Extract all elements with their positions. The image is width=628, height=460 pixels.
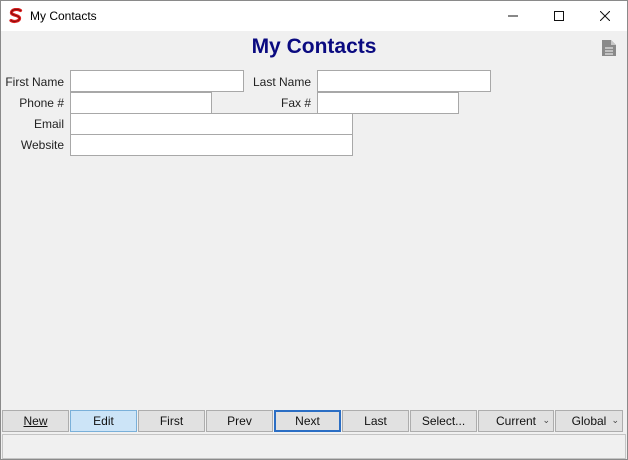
global-button[interactable]: Global ⌄	[555, 410, 623, 432]
next-button[interactable]: Next	[274, 410, 341, 432]
select-button[interactable]: Select...	[410, 410, 477, 432]
stylized-s-icon	[8, 7, 24, 24]
minimize-button[interactable]	[490, 1, 536, 31]
first-name-label: First Name	[5, 75, 64, 89]
prev-button[interactable]: Prev	[206, 410, 273, 432]
close-icon	[600, 11, 610, 21]
website-field[interactable]	[70, 134, 353, 156]
chevron-down-icon: ⌄	[542, 415, 550, 425]
phone-field[interactable]	[70, 92, 212, 114]
status-bar	[2, 434, 626, 459]
email-label: Email	[33, 117, 64, 131]
last-button[interactable]: Last	[342, 410, 409, 432]
title-bar[interactable]: My Contacts	[1, 1, 627, 31]
app-window: My Contacts My Contacts First Name Last …	[0, 0, 628, 460]
last-name-field[interactable]	[317, 70, 491, 92]
new-button[interactable]: New	[2, 410, 69, 432]
current-label: Current	[495, 414, 536, 428]
email-field[interactable]	[70, 113, 353, 135]
form-title: My Contacts	[251, 35, 377, 58]
fax-label: Fax #	[280, 96, 311, 110]
global-label: Global	[571, 414, 607, 428]
chevron-down-icon: ⌄	[611, 415, 619, 425]
last-name-label: Last Name	[252, 75, 311, 89]
website-label: Website	[20, 138, 64, 152]
document-icon[interactable]	[601, 39, 617, 57]
fax-field[interactable]	[317, 92, 459, 114]
current-button[interactable]: Current ⌄	[478, 410, 554, 432]
new-label: New	[23, 414, 48, 428]
first-button[interactable]: First	[138, 410, 205, 432]
maximize-button[interactable]	[536, 1, 582, 31]
minimize-icon	[508, 15, 518, 17]
phone-label: Phone #	[19, 96, 64, 110]
close-button[interactable]	[582, 1, 628, 31]
maximize-icon	[554, 11, 564, 21]
window-title: My Contacts	[30, 9, 97, 23]
edit-button[interactable]: Edit	[70, 410, 137, 432]
first-name-field[interactable]	[70, 70, 244, 92]
